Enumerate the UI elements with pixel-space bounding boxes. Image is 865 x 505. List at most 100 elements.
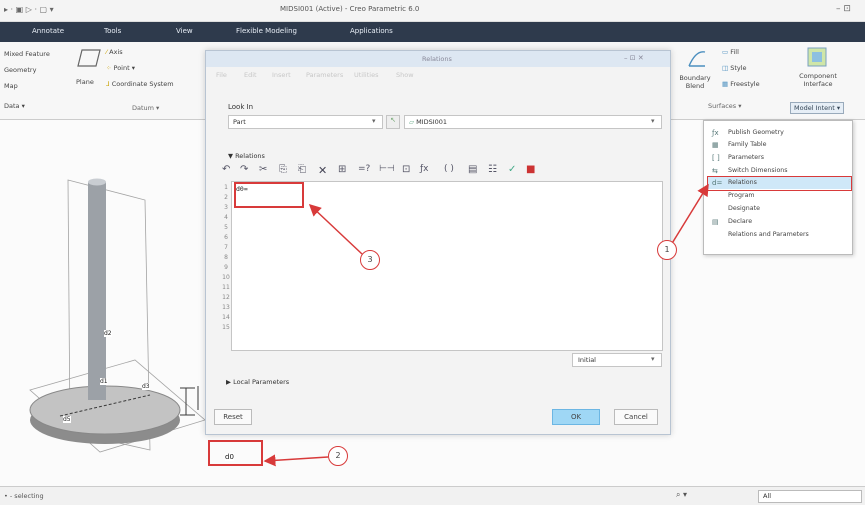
- chevron-down-icon: ▾: [651, 117, 655, 125]
- reset-button[interactable]: Reset: [214, 409, 252, 425]
- select-model-button[interactable]: ↖: [386, 115, 400, 129]
- freestyle-icon: ▦: [722, 80, 731, 88]
- verify-icon[interactable]: ✓: [508, 164, 516, 175]
- menu-item-parameters[interactable]: Parameters: [728, 154, 764, 161]
- ribbon-point[interactable]: ⁘ Point ▾: [106, 64, 135, 72]
- ribbon-tab-bar: Annotate Tools View Flexible Modeling Ap…: [0, 22, 865, 42]
- arrow-select-icon: ↖: [390, 116, 396, 124]
- status-message: • - selecting: [4, 492, 44, 500]
- look-in-model-field[interactable]: ▱ MIDSI001 ▾: [404, 115, 662, 129]
- units-icon[interactable]: ▤: [468, 164, 477, 175]
- tab-applications[interactable]: Applications: [350, 27, 393, 35]
- delete-icon[interactable]: ✕: [318, 164, 327, 177]
- plane-label: Plane: [76, 78, 94, 86]
- window-title: MIDSI001 (Active) - Creo Parametric 6.0: [280, 5, 420, 13]
- menu-item-designate[interactable]: Designate: [728, 205, 760, 212]
- quick-access-toolbar[interactable]: ▸ · ▣ ▷ · ▢ ▾: [4, 5, 54, 14]
- boundary-blend-label: Boundary Blend: [679, 74, 711, 90]
- model-intent-button[interactable]: Model Intent ▾: [790, 102, 845, 114]
- help-icon[interactable]: ■: [526, 164, 535, 175]
- tab-view[interactable]: View: [176, 27, 193, 35]
- chevron-down-icon: ▾: [372, 117, 376, 125]
- copy-icon[interactable]: ⎘: [279, 164, 287, 175]
- ribbon-coordinate-system[interactable]: ⅃ Coordinate System: [106, 80, 174, 88]
- insert-function-icon[interactable]: ƒx: [420, 164, 429, 174]
- component-interface-label: Component Interface: [799, 72, 837, 88]
- ribbon-style[interactable]: ◫ Style: [722, 64, 747, 72]
- switch-dimensions-icon: ⇆: [712, 167, 718, 175]
- dialog-title-bar: Relations – ⊡ ✕: [206, 51, 670, 67]
- dimension-d3[interactable]: d3: [142, 383, 150, 390]
- tab-tools[interactable]: Tools: [104, 27, 121, 35]
- ribbon-fill[interactable]: ▭ Fill: [722, 48, 739, 56]
- dimension-d2[interactable]: d2: [104, 330, 112, 337]
- ribbon-freestyle[interactable]: ▦ Freestyle: [722, 80, 760, 88]
- menu-item-relations-and-parameters[interactable]: Relations and Parameters: [728, 231, 809, 238]
- dimension-d1[interactable]: d1: [100, 378, 108, 385]
- insert-parameter-icon[interactable]: ( ): [444, 164, 454, 174]
- datum-group-label[interactable]: Datum ▾: [132, 104, 159, 112]
- ok-button[interactable]: OK: [552, 409, 600, 425]
- relations-toolbar: ↶ ↷ ✂ ⎘ ⎗ ✕ ⊞ =? ⊢⊣ ⊡ ƒx ( ) ▤ ☷ ✓ ■: [222, 164, 642, 178]
- ribbon-axis[interactable]: ⁄ Axis: [106, 48, 123, 56]
- family-table-icon: ▦: [712, 141, 719, 149]
- find-button[interactable]: ⌕ ▾: [676, 490, 687, 500]
- menu-item-declare[interactable]: Declare: [728, 218, 752, 225]
- menu-item-relations[interactable]: Relations: [728, 179, 757, 186]
- dimension-d5[interactable]: d5: [63, 416, 71, 423]
- local-parameters-toggle[interactable]: ▶ Local Parameters: [226, 378, 289, 386]
- ribbon-map[interactable]: Map: [4, 82, 18, 90]
- relations-section-toggle[interactable]: ▼ Relations: [228, 152, 265, 160]
- boundary-blend-icon[interactable]: [686, 48, 708, 70]
- look-in-type-select[interactable]: Part ▾: [228, 115, 383, 129]
- tab-annotate[interactable]: Annotate: [32, 27, 64, 35]
- title-bar: ▸ · ▣ ▷ · ▢ ▾ MIDSI001 (Active) - Creo P…: [0, 0, 865, 22]
- relations-editor[interactable]: d0=: [231, 181, 663, 351]
- relations-dialog: Relations – ⊡ ✕ File Edit Insert Paramet…: [205, 50, 671, 435]
- redo-icon[interactable]: ↷: [240, 164, 248, 175]
- table-icon[interactable]: ☷: [488, 164, 497, 175]
- component-interface-icon[interactable]: [806, 46, 828, 68]
- insert-dimension-icon[interactable]: ⊞: [338, 164, 346, 175]
- evaluate-icon[interactable]: =?: [358, 164, 370, 174]
- dialog-title: Relations: [422, 55, 452, 63]
- dimension-d0[interactable]: d0: [225, 453, 234, 461]
- menu-item-family-table[interactable]: Family Table: [728, 141, 767, 148]
- plane-icon[interactable]: [76, 48, 102, 68]
- menu-item-publish-geometry[interactable]: Publish Geometry: [728, 129, 784, 136]
- units-select[interactable]: Initial ▾: [572, 353, 662, 367]
- declare-icon: ▤: [712, 218, 719, 226]
- model-name: ▱ MIDSI001: [409, 118, 448, 126]
- menu-parameters[interactable]: Parameters: [306, 71, 343, 79]
- point-icon: ⁘: [106, 64, 114, 72]
- publish-geometry-icon: ƒx: [712, 129, 719, 137]
- surfaces-group-label[interactable]: Surfaces ▾: [708, 102, 741, 110]
- callout-1: 1: [657, 240, 677, 260]
- menu-show[interactable]: Show: [396, 71, 414, 79]
- relation-text-highlight: [234, 182, 304, 208]
- ribbon-data-group[interactable]: Data ▾: [4, 102, 25, 110]
- menu-item-switch-dimensions[interactable]: Switch Dimensions: [728, 167, 788, 174]
- status-bar: • - selecting ⌕ ▾ All: [0, 486, 865, 505]
- menu-edit[interactable]: Edit: [244, 71, 257, 79]
- callout-2: 2: [328, 446, 348, 466]
- menu-file[interactable]: File: [216, 71, 227, 79]
- selection-filter[interactable]: All: [758, 490, 862, 503]
- dialog-controls[interactable]: – ⊡ ✕: [624, 54, 644, 62]
- ribbon-geometry[interactable]: Geometry: [4, 66, 36, 74]
- paste-icon[interactable]: ⎗: [298, 164, 306, 175]
- menu-utilities[interactable]: Utilities: [354, 71, 378, 79]
- menu-insert[interactable]: Insert: [272, 71, 291, 79]
- cancel-button[interactable]: Cancel: [614, 409, 658, 425]
- undo-icon[interactable]: ↶: [222, 164, 230, 175]
- tab-flexible-modeling[interactable]: Flexible Modeling: [236, 27, 297, 35]
- window-controls[interactable]: – ⊡: [836, 4, 851, 14]
- cut-icon[interactable]: ✂: [259, 164, 267, 175]
- ribbon-mixed-feature[interactable]: Mixed Feature: [4, 50, 50, 58]
- chevron-down-icon: ▾: [651, 355, 655, 363]
- menu-item-program[interactable]: Program: [728, 192, 755, 199]
- show-dimension-icon[interactable]: ⊡: [402, 164, 410, 175]
- selected-dimension-highlight: [208, 440, 263, 466]
- fill-icon: ▭: [722, 48, 731, 56]
- sort-relations-icon[interactable]: ⊢⊣: [379, 164, 395, 174]
